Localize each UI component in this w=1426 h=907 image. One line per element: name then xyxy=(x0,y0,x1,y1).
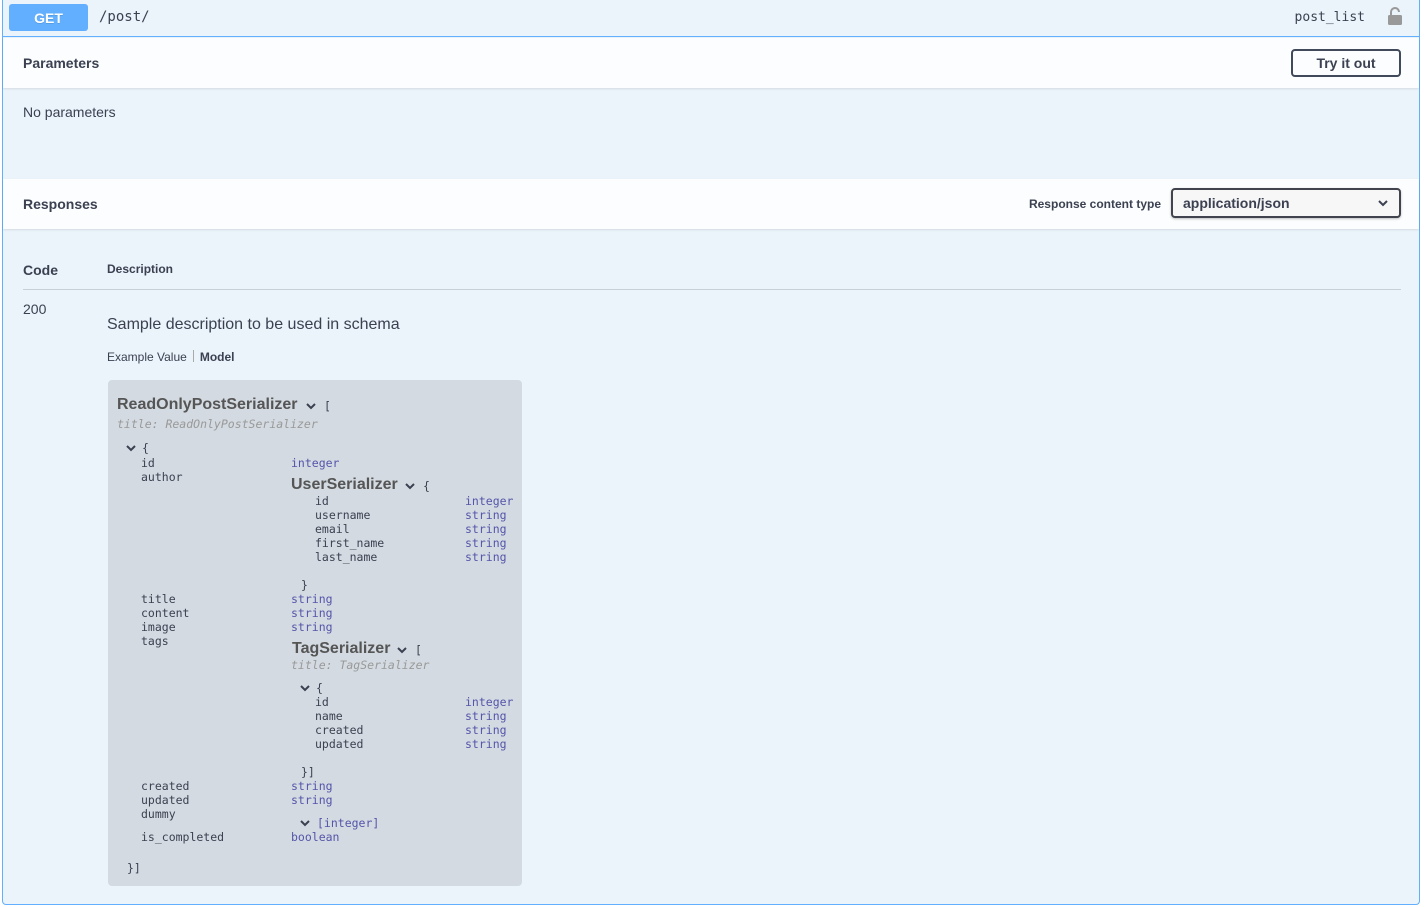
user-close-brace: } xyxy=(301,578,308,592)
tag-close-bracket: }] xyxy=(301,765,315,779)
operation-id: post_list xyxy=(1294,10,1365,25)
parameters-header: Parameters Try it out xyxy=(3,38,1419,88)
prop-name: username xyxy=(315,508,371,522)
chevron-down-icon[interactable] xyxy=(404,480,416,492)
chevron-down-icon xyxy=(1378,200,1388,207)
prop-type: [integer] xyxy=(317,816,380,830)
chevron-down-icon[interactable] xyxy=(396,644,408,656)
object-open-brace: { xyxy=(142,441,149,455)
prop-type: boolean xyxy=(291,830,340,844)
tag-serializer-name[interactable]: TagSerializer xyxy=(292,640,390,658)
prop-name: updated xyxy=(141,793,190,807)
prop-name: email xyxy=(315,522,350,536)
model-open-bracket: [ xyxy=(324,399,331,413)
prop-type: string xyxy=(291,779,333,793)
tab-model[interactable]: Model xyxy=(200,350,235,364)
prop-name: dummy xyxy=(141,807,176,821)
parameters-title: Parameters xyxy=(23,55,100,71)
prop-name: updated xyxy=(315,737,364,751)
prop-name: is_completed xyxy=(141,830,225,844)
response-description: Sample description to be used in schema xyxy=(107,316,400,333)
chevron-down-icon[interactable] xyxy=(305,400,317,412)
model-schema-box: ReadOnlyPostSerializer [ title: ReadOnly… xyxy=(108,380,522,886)
tag-title-note: title: TagSerializer xyxy=(291,658,430,672)
no-parameters-text: No parameters xyxy=(23,104,116,120)
prop-name: last_name xyxy=(315,550,378,564)
model-name[interactable]: ReadOnlyPostSerializer xyxy=(117,396,298,414)
prop-type: string xyxy=(465,522,507,536)
prop-type: string xyxy=(291,592,333,606)
description-column-header: Description xyxy=(107,262,174,276)
prop-type: string xyxy=(465,508,507,522)
prop-type: integer xyxy=(465,494,514,508)
content-type-value: application/json xyxy=(1183,195,1290,211)
prop-type: string xyxy=(291,606,333,620)
tag-open-bracket: [ xyxy=(415,643,422,657)
prop-name: name xyxy=(315,709,343,723)
response-code: 200 xyxy=(23,301,47,317)
responses-title: Responses xyxy=(23,196,98,212)
try-it-out-button[interactable]: Try it out xyxy=(1291,49,1401,77)
operation-block: GET /post/ post_list Parameters Try it o… xyxy=(2,0,1420,905)
unlocked-icon[interactable] xyxy=(1387,6,1403,26)
prop-type: string xyxy=(465,723,507,737)
prop-name: id xyxy=(141,456,155,470)
prop-type: string xyxy=(291,620,333,634)
tab-example-value[interactable]: Example Value xyxy=(107,350,187,364)
code-column-header: Code xyxy=(23,262,58,278)
chevron-down-icon[interactable] xyxy=(125,442,137,454)
http-method-badge: GET xyxy=(9,4,88,31)
prop-name: id xyxy=(315,695,329,709)
prop-name: author xyxy=(141,470,183,484)
user-open-brace: { xyxy=(423,479,430,493)
prop-name: id xyxy=(315,494,329,508)
prop-name: tags xyxy=(141,634,169,648)
model-close-bracket: }] xyxy=(127,861,141,875)
prop-type: integer xyxy=(291,456,340,470)
endpoint-path: /post/ xyxy=(99,9,150,25)
chevron-down-icon[interactable] xyxy=(299,817,311,829)
prop-name: title xyxy=(141,592,176,606)
prop-type: string xyxy=(465,550,507,564)
model-tabs: Example Value Model xyxy=(107,350,235,364)
prop-type: string xyxy=(465,737,507,751)
tab-separator xyxy=(192,350,194,362)
prop-name: first_name xyxy=(315,536,385,550)
response-content-type-label: Response content type xyxy=(1028,197,1161,211)
prop-type: integer xyxy=(465,695,514,709)
user-serializer-name[interactable]: UserSerializer xyxy=(291,476,398,494)
chevron-down-icon[interactable] xyxy=(299,682,311,694)
prop-name: created xyxy=(141,779,190,793)
model-title-note: title: ReadOnlyPostSerializer xyxy=(117,417,318,431)
response-content-type-select[interactable]: application/json xyxy=(1171,188,1401,218)
prop-name: content xyxy=(141,606,190,620)
prop-type: string xyxy=(291,793,333,807)
header-divider xyxy=(23,289,1401,290)
tag-open-brace: { xyxy=(316,681,323,695)
prop-name: image xyxy=(141,620,176,634)
prop-type: string xyxy=(465,709,507,723)
prop-name: created xyxy=(315,723,364,737)
prop-type: string xyxy=(465,536,507,550)
operation-summary[interactable]: GET /post/ post_list xyxy=(3,0,1419,37)
